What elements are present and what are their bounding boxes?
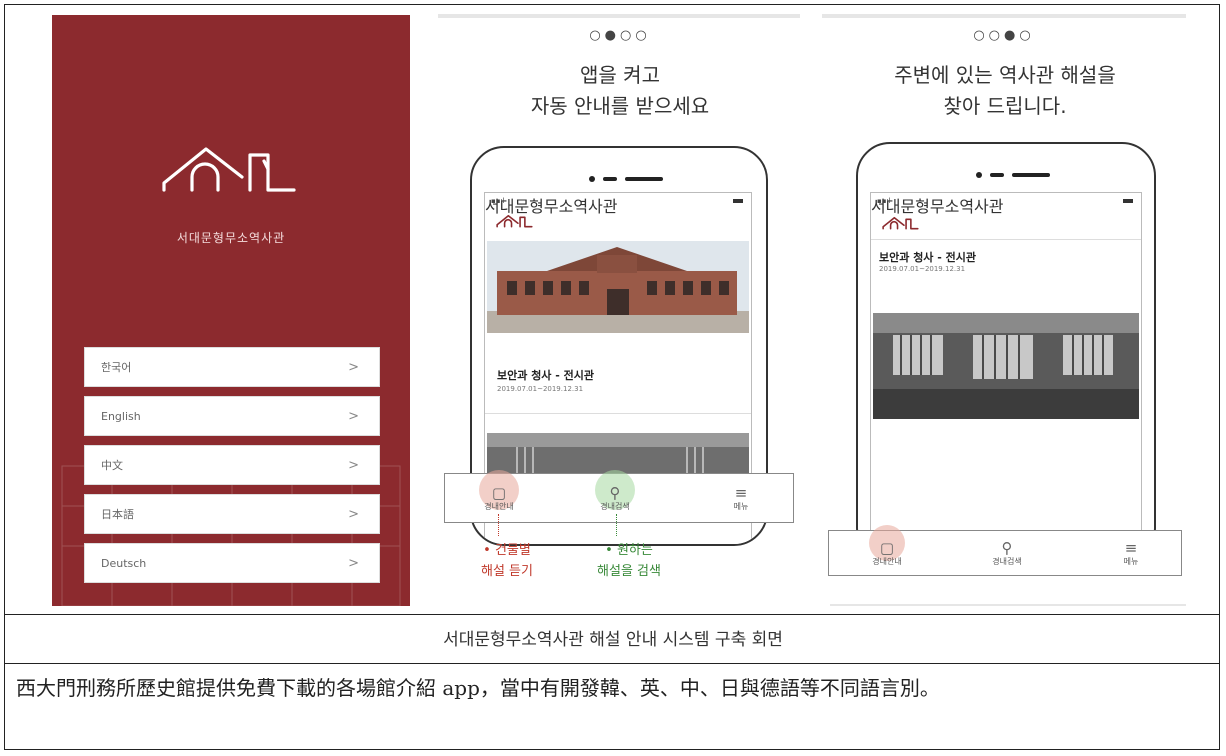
hamburger-menu-icon: ≡ (1124, 538, 1138, 557)
language-option-german[interactable]: Deutsch > (84, 543, 380, 583)
exhibit-date: 2019.07.01~2019.12.31 (879, 265, 966, 273)
tab-label: 경내검색 (600, 501, 630, 511)
tab-search[interactable]: ⚲ 경내검색 (967, 531, 1047, 575)
language-option-english[interactable]: English > (84, 396, 380, 436)
phone-speaker (976, 172, 1050, 178)
language-option-chinese[interactable]: 中文 > (84, 445, 380, 485)
language-label: Deutsch (101, 556, 147, 570)
signal-icon: ▪▪ıl (877, 197, 891, 205)
page-indicator: ○○●○ (973, 28, 1035, 43)
callout-line1: • 원하는 (605, 543, 653, 558)
app-logo-icon (496, 214, 533, 228)
language-option-korean[interactable]: 한국어 > (84, 347, 380, 387)
panel-top-strip (438, 14, 800, 18)
exhibit-photo-building[interactable] (487, 241, 749, 333)
chevron-right-icon: > (348, 359, 359, 375)
tab-guide[interactable]: ▢ 경내안내 (847, 531, 927, 575)
callout-search: • 원하는 해설을 검색 (574, 540, 684, 582)
panel-bottom-strip (830, 604, 1186, 606)
tab-menu[interactable]: ≡ 메뉴 (701, 474, 781, 522)
bottom-tab-bar: ▢ 경내안내 ⚲ 경내검색 ≡ 메뉴 (444, 470, 794, 523)
caption-divider (4, 614, 1220, 615)
language-label: English (101, 409, 141, 423)
battery-icon (733, 199, 743, 203)
building-icon: ▢ (491, 483, 507, 502)
hamburger-menu-icon: ≡ (734, 483, 748, 502)
tab-label: 경내안내 (872, 556, 902, 566)
language-label: 한국어 (101, 361, 132, 374)
description-paragraph: 西大門刑務所歷史館提供免費下載的各場館介紹 app，當中有開發韓、英、中、日與德… (16, 676, 940, 700)
language-label: 中文 (101, 459, 123, 472)
callout-line1: • 건물별 (483, 543, 531, 558)
paragraph-divider (4, 663, 1220, 664)
tab-label: 경내안내 (484, 501, 514, 511)
callout-line (616, 514, 618, 536)
museum-logo-icon (162, 147, 296, 192)
callout-building-audio: • 건물별 해설 듣기 (462, 540, 552, 582)
exhibit-date: 2019.07.01~2019.12.31 (497, 385, 584, 393)
onboarding-title-line2: 자동 안내를 받으세요 (530, 94, 710, 118)
chevron-right-icon: > (348, 457, 359, 473)
exhibit-photo-interior[interactable] (873, 313, 1139, 419)
tab-label: 경내검색 (992, 556, 1022, 566)
battery-icon (1123, 199, 1133, 203)
exhibit-title[interactable]: 보안과 청사 - 전시관 (879, 249, 976, 265)
phone-speaker (589, 176, 663, 182)
callout-line (498, 514, 500, 536)
language-option-japanese[interactable]: 日本語 > (84, 494, 380, 534)
page-indicator: ○●○○ (589, 28, 651, 43)
tab-label: 메뉴 (733, 501, 749, 511)
app-screen: ▪▪ıl 서대문형무소역사관 보안과 청사 - 전시관 2019.07.01~2… (870, 192, 1142, 560)
bottom-tab-bar: ▢ 경내안내 ⚲ 경내검색 ≡ 메뉴 (828, 525, 1182, 576)
chevron-right-icon: > (348, 555, 359, 571)
divider (871, 239, 1141, 240)
tab-menu[interactable]: ≡ 메뉴 (1091, 531, 1171, 575)
exhibit-title[interactable]: 보안과 청사 - 전시관 (497, 367, 594, 383)
splash-museum-name: 서대문형무소역사관 (176, 231, 286, 245)
onboarding-title-line1: 앱을 켜고 (580, 63, 660, 87)
chevron-right-icon: > (348, 408, 359, 424)
app-logo-icon (882, 216, 919, 230)
panel-top-strip (822, 14, 1186, 18)
onboarding-title-line1: 주변에 있는 역사관 해설을 (894, 63, 1116, 87)
building-icon: ▢ (879, 538, 895, 557)
callout-line2: 해설 듣기 (481, 564, 533, 579)
figure-caption: 서대문형무소역사관 해설 안내 시스템 구축 회면 (443, 630, 783, 650)
search-icon: ⚲ (1001, 538, 1013, 557)
onboarding-title: 주변에 있는 역사관 해설을 찾아 드립니다. (830, 60, 1180, 122)
signal-icon: ▪▪ıl (491, 197, 505, 205)
divider (485, 413, 751, 414)
callout-line2: 해설을 검색 (597, 564, 661, 579)
tab-search[interactable]: ⚲ 경내검색 (575, 474, 655, 522)
chevron-right-icon: > (348, 506, 359, 522)
language-label: 日本語 (101, 508, 134, 521)
onboarding-title-line2: 찾아 드립니다. (943, 94, 1067, 118)
onboarding-title: 앱을 켜고 자동 안내를 받으세요 (450, 60, 790, 122)
tab-label: 메뉴 (1123, 556, 1139, 566)
phone-mockup: ▪▪ıl 서대문형무소역사관 보안과 청사 - 전시관 2019.07.01~2… (856, 142, 1156, 562)
search-icon: ⚲ (609, 483, 621, 502)
